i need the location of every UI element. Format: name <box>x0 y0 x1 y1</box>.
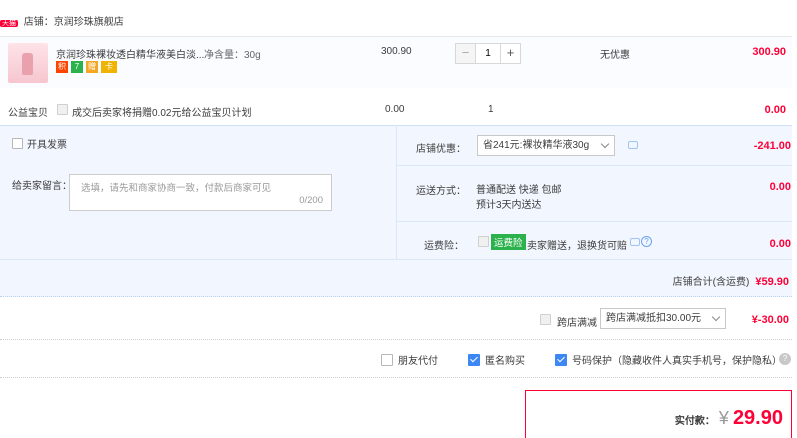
invoice-checkbox[interactable] <box>12 138 23 149</box>
cross-store-amount: ¥-30.00 <box>751 314 789 326</box>
service-badges: 积 7 赠 卡 <box>56 61 117 73</box>
insurance-badge: 运费险 <box>491 234 526 250</box>
item-subtotal: 300.90 <box>752 46 786 58</box>
panel-divider <box>396 125 397 259</box>
divider <box>0 339 792 340</box>
payment-label: 实付款： <box>674 416 715 427</box>
shipping-label: 运送方式： <box>416 186 466 197</box>
charity-label: 公益宝贝 <box>8 108 48 119</box>
cross-store-select[interactable]: 跨店满减抵扣30.00元 <box>600 308 726 329</box>
tmall-badge: 天猫 <box>0 20 18 27</box>
increase-button[interactable]: + <box>500 43 521 64</box>
shop-header: 天猫 店铺：京润珍珠旗舰店 <box>0 13 124 29</box>
anonymous-option[interactable]: 匿名购买 <box>468 352 525 367</box>
panel-divider <box>0 259 792 260</box>
friend-pay-option[interactable]: 朋友代付 <box>381 352 438 367</box>
gift-badge-icon: 赠 <box>86 61 98 73</box>
privacy-label: 号码保护（隐藏收件人真实手机号，保护隐私） <box>572 356 782 367</box>
bottle-icon <box>22 53 33 75</box>
cross-store-checkbox <box>540 314 551 325</box>
shop-label: 店铺： <box>23 17 54 28</box>
invoice-option[interactable]: 开具发票 <box>12 136 67 151</box>
item-promo: 无优惠 <box>600 50 630 61</box>
panel-divider <box>396 221 792 222</box>
charity-qty: 1 <box>488 104 494 115</box>
seven-day-return-icon: 7 <box>71 61 83 73</box>
shipping-amount: 0.00 <box>769 181 791 193</box>
message-placeholder: 选填，请先和商家协商一致，付款后商家可见 <box>81 183 272 194</box>
payment-amount: 29.90 <box>732 407 783 429</box>
shop-total-label: 店铺合计(含运费) <box>672 277 750 288</box>
shipping-eta: 预计3天内送达 <box>476 200 542 211</box>
chat-bubble-icon[interactable] <box>630 238 640 246</box>
quantity-input[interactable] <box>476 43 500 64</box>
payment-line: 实付款： ¥ 29.90 <box>675 407 783 430</box>
product-title[interactable]: 京润珍珠裸妆透白精华液美白淡... <box>56 46 204 61</box>
shop-discount-select[interactable]: 省241元:裸妆精华液30g <box>477 135 615 156</box>
panel-divider <box>396 165 792 166</box>
points-badge-icon: 积 <box>56 61 68 73</box>
cross-store-label: 跨店满减 <box>557 318 597 329</box>
charity-total: 0.00 <box>764 104 786 116</box>
charity-text: 成交后卖家将捐赠0.02元给公益宝贝计划 <box>72 108 252 119</box>
insurance-amount: 0.00 <box>769 238 791 250</box>
divider <box>0 377 792 378</box>
payment-currency: ¥ <box>718 408 729 428</box>
insurance-checkbox <box>478 236 489 247</box>
shop-name-link[interactable]: 京润珍珠旗舰店 <box>54 17 124 28</box>
shop-total: 店铺合计(含运费) ¥59.90 <box>673 273 789 288</box>
message-textarea[interactable]: 选填，请先和商家协商一致，付款后商家可见 0/200 <box>69 174 332 211</box>
message-label: 给卖家留言： <box>12 181 72 192</box>
invoice-label: 开具发票 <box>27 140 67 151</box>
shipping-method: 普通配送 快递 包邮 <box>476 185 562 196</box>
decrease-button[interactable]: − <box>455 43 476 64</box>
friend-pay-checkbox[interactable] <box>381 353 393 366</box>
unit-price: 300.90 <box>381 46 412 57</box>
message-counter: 0/200 <box>299 195 323 206</box>
shop-discount-selected: 省241元:裸妆精华液30g <box>483 140 590 151</box>
cross-store-selected: 跨店满减抵扣30.00元 <box>606 313 702 324</box>
anonymous-checkbox[interactable] <box>468 353 480 366</box>
insurance-text: 卖家赠送，退换货可赔 <box>527 241 627 252</box>
shop-discount-label: 店铺优惠： <box>416 144 466 155</box>
payment-summary-box: 实付款： ¥ 29.90 <box>525 390 792 438</box>
product-spec: 净含量：30g <box>204 50 261 61</box>
privacy-option[interactable]: 号码保护（隐藏收件人真实手机号，保护隐私） <box>555 352 782 367</box>
anonymous-label: 匿名购买 <box>485 356 525 367</box>
card-badge-icon: 卡 <box>101 61 117 73</box>
privacy-checkbox[interactable] <box>555 353 567 366</box>
help-icon[interactable]: ? <box>641 236 652 247</box>
product-thumbnail[interactable] <box>8 43 48 83</box>
quantity-stepper: − + <box>455 43 521 64</box>
friend-pay-label: 朋友代付 <box>398 356 438 367</box>
shop-total-amount: ¥59.90 <box>755 276 789 288</box>
insurance-label: 运费险： <box>424 241 464 252</box>
help-icon[interactable]: ? <box>779 353 791 365</box>
chat-bubble-icon[interactable] <box>628 141 638 149</box>
chevron-down-icon <box>711 312 721 322</box>
item-row <box>0 36 792 88</box>
chevron-down-icon <box>600 139 610 149</box>
charity-checkbox <box>57 104 68 115</box>
shop-discount-amount: -241.00 <box>753 140 791 152</box>
charity-price: 0.00 <box>385 104 405 115</box>
